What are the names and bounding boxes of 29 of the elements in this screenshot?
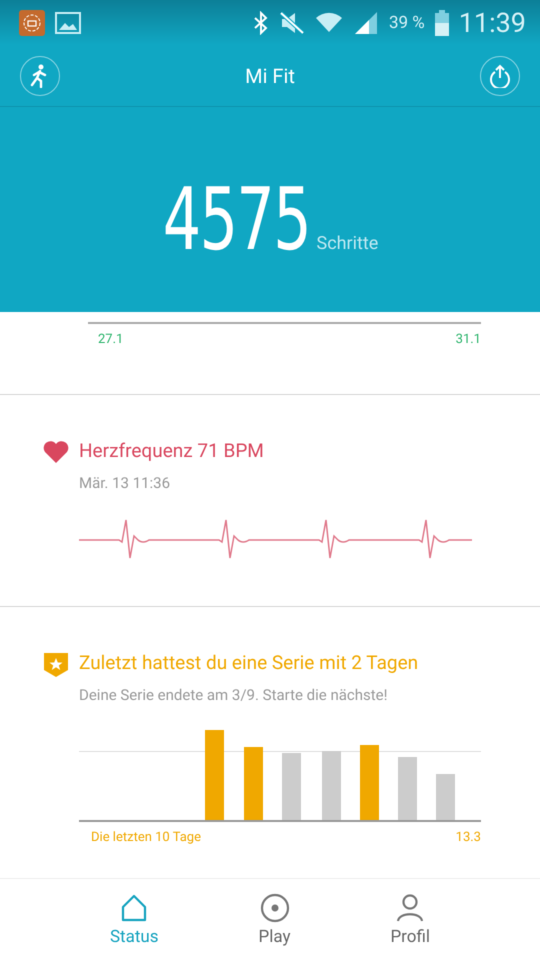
heart-icon	[43, 441, 69, 463]
chart-range-label: Die letzten 10 Tage	[91, 830, 202, 845]
star-badge-icon	[44, 653, 68, 677]
signal-icon	[352, 10, 379, 36]
upload-button[interactable]	[480, 56, 520, 96]
bluetooth-icon	[252, 10, 269, 34]
nav-tab[interactable]: Play	[250, 879, 299, 960]
chart-end-label: 13.3	[456, 830, 481, 845]
battery-icon	[434, 10, 449, 36]
nav-tab[interactable]: Status	[102, 879, 167, 960]
person-icon	[395, 893, 426, 923]
streak-subtitle: Deine Serie endete am 3/9. Starte die nächste!	[79, 686, 388, 704]
upload-icon	[488, 64, 512, 88]
step-count: 4575	[162, 170, 310, 270]
heart-rate-title: Herzfrequenz 71 BPM	[79, 439, 265, 462]
app-logo-icon	[19, 10, 45, 36]
app-title: Mi Fit	[245, 64, 295, 88]
axis-label: 27.1	[98, 332, 124, 349]
streak-title: Zuletzt hattest du eine Serie mit 2 Tagen	[79, 651, 420, 674]
battery-percentage: 39 %	[388, 12, 425, 32]
mute-icon	[278, 10, 305, 34]
image-icon	[55, 12, 81, 34]
activity-button[interactable]	[20, 56, 60, 96]
clock: 11:39	[458, 6, 526, 38]
target-icon	[260, 893, 290, 923]
heart-rate-timestamp: Mär. 13 11:36	[79, 474, 172, 492]
axis-label: 31.1	[456, 332, 481, 349]
step-unit: Schritte	[316, 233, 378, 254]
nav-tab[interactable]: Profil	[382, 879, 438, 960]
